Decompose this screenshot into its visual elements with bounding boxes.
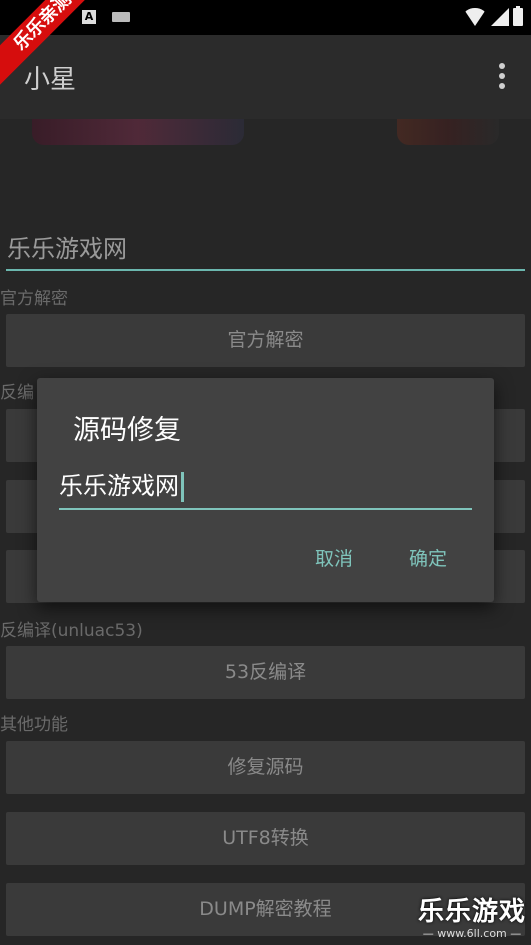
- app-title: 小星: [24, 65, 77, 95]
- repair-source-button[interactable]: 修复源码: [6, 741, 525, 794]
- keyboard-icon: [112, 12, 130, 22]
- wifi-icon: [463, 8, 487, 26]
- watermark-main-text: 乐乐游戏: [417, 897, 526, 927]
- official-decrypt-button[interactable]: 官方解密: [6, 314, 525, 367]
- section-label-decompile: 反编: [0, 383, 34, 403]
- font-icon: A: [82, 10, 96, 24]
- dialog-title: 源码修复: [73, 415, 181, 446]
- status-bar: A: [0, 0, 531, 35]
- signal-icon: [491, 8, 509, 26]
- app-bar: 小星: [0, 35, 531, 119]
- watermark-logo: 乐乐游戏 — www.6ll.com —: [415, 897, 529, 943]
- overflow-menu-icon[interactable]: [499, 63, 505, 89]
- dialog-input[interactable]: 乐乐游戏网: [59, 466, 472, 510]
- ok-button[interactable]: 确定: [409, 544, 447, 571]
- text-caret: [181, 472, 184, 502]
- status-icons: [463, 6, 523, 28]
- watermark-url: — www.6ll.com —: [422, 927, 522, 940]
- dialog-input-value: 乐乐游戏网: [59, 472, 179, 500]
- cancel-button[interactable]: 取消: [315, 544, 353, 571]
- section-label-other: 其他功能: [0, 715, 68, 735]
- utf8-convert-button[interactable]: UTF8转换: [6, 812, 525, 865]
- banner-image-right: [397, 119, 499, 145]
- section-label-unluac53: 反编译(unluac53): [0, 621, 143, 641]
- banner-image-left: [32, 119, 244, 145]
- battery-icon: [513, 6, 523, 26]
- section-label-official: 官方解密: [0, 289, 68, 309]
- source-repair-dialog: 源码修复 乐乐游戏网 取消 确定: [37, 378, 494, 602]
- source-input[interactable]: 乐乐游戏网: [6, 229, 525, 271]
- decompile-53-button[interactable]: 53反编译: [6, 646, 525, 699]
